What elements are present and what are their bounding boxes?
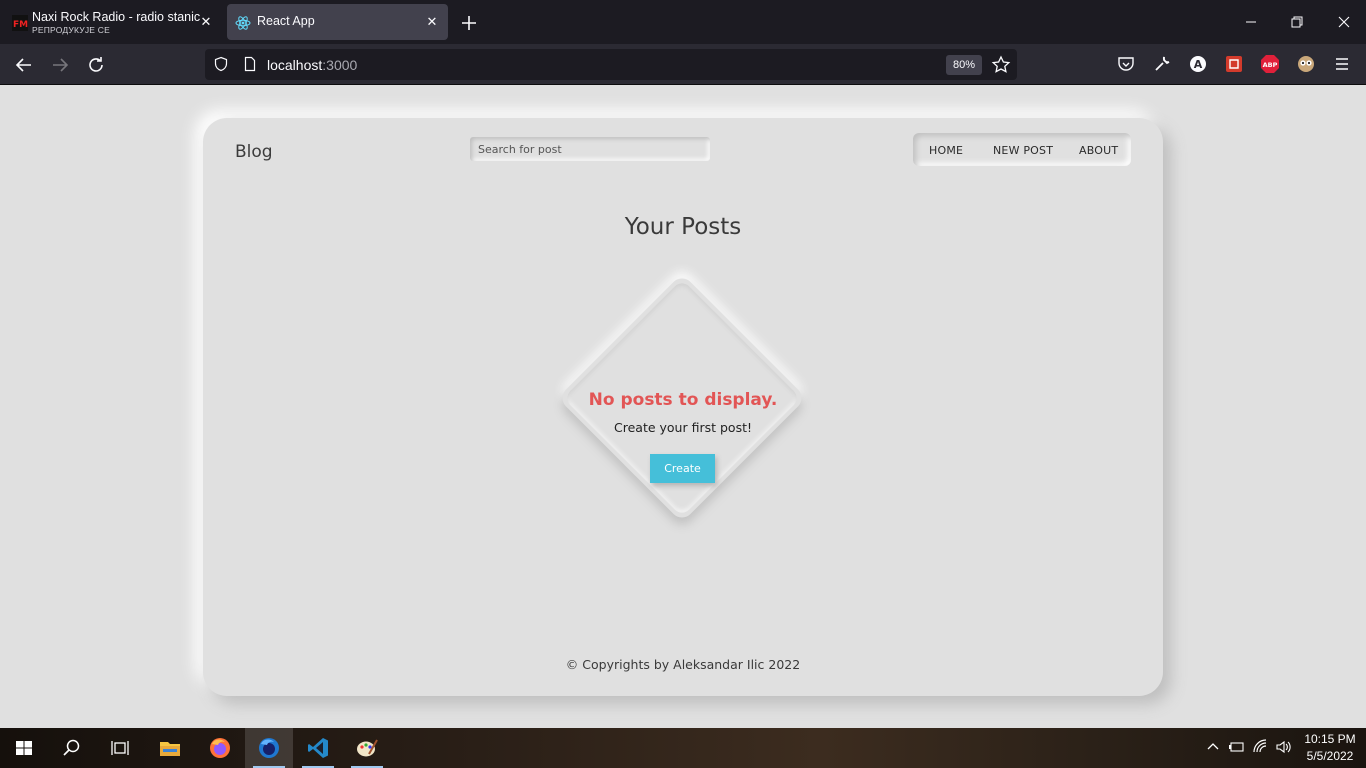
firefox-developer-button[interactable] [245,728,293,768]
search-input[interactable] [470,137,710,161]
firefox-developer-icon [259,738,279,758]
close-tab-icon[interactable]: ✕ [424,14,440,30]
volume-icon[interactable] [1275,738,1293,756]
battery-icon[interactable] [1228,738,1246,756]
address-bar[interactable]: localhost:3000 80% [205,49,1017,80]
url-port: :3000 [322,57,358,73]
tab-title: React App [257,14,315,28]
tab-title: Naxi Rock Radio - radio stanice [32,10,200,24]
shield-icon[interactable] [213,56,229,72]
restore-icon[interactable] [1285,10,1309,34]
vscode-icon [308,738,328,758]
close-window-icon[interactable] [1332,10,1356,34]
blog-card: Blog HOME NEW POST ABOUT Your Posts No p… [203,118,1163,696]
new-tab-icon[interactable] [458,12,480,34]
svg-text:ABP: ABP [1263,61,1278,69]
nav-about-link[interactable]: ABOUT [1079,144,1118,157]
firefox-button[interactable] [196,728,244,768]
windows-start-icon [16,741,32,755]
site-brand[interactable]: Blog [235,142,273,162]
browser-toolbar: localhost:3000 80% A ABP [0,44,1366,85]
vscode-button[interactable] [294,728,342,768]
tab-react-app[interactable]: React App ✕ [227,4,448,40]
close-tab-icon[interactable]: ✕ [198,14,214,30]
task-view-button[interactable] [96,728,144,768]
footer-copyright: © Copyrights by Aleksandar Ilic 2022 [565,657,801,672]
system-clock[interactable]: 10:15 PM 5/5/2022 [1300,731,1360,765]
create-post-button[interactable]: Create [650,454,715,483]
firefox-icon [210,738,230,758]
clock-date: 5/5/2022 [1306,749,1354,763]
reload-icon[interactable] [84,53,108,77]
svg-text:FM: FM [13,20,28,30]
clock-time: 10:15 PM [1304,732,1356,746]
minimize-icon[interactable] [1239,10,1263,34]
task-view-icon [111,741,129,755]
tab-subtitle: РЕПРОДУКУЈЕ СЕ [32,25,110,35]
owl-extension-icon[interactable] [1296,54,1316,74]
pocket-icon[interactable] [1116,54,1136,74]
hamburger-menu-icon[interactable] [1332,54,1352,74]
paint-icon [357,739,378,757]
tab-naxi-radio[interactable]: FM Naxi Rock Radio - radio stanice РЕПРО… [4,4,222,40]
start-button[interactable] [0,728,48,768]
nav-home-link[interactable]: HOME [929,144,963,157]
bookmark-star-icon[interactable] [991,55,1011,75]
empty-state-title: No posts to display. [588,390,778,410]
svg-text:A: A [1194,58,1203,71]
nav-new-post-link[interactable]: NEW POST [993,144,1053,157]
file-explorer-button[interactable] [146,728,194,768]
wifi-icon[interactable] [1252,738,1270,756]
main-nav: HOME NEW POST ABOUT [913,133,1131,166]
account-a-icon[interactable]: A [1188,54,1208,74]
paint-button[interactable] [343,728,391,768]
search-icon [63,739,80,756]
extension-puzzle-icon[interactable] [1224,54,1244,74]
adblock-plus-icon[interactable]: ABP [1260,54,1280,74]
react-icon [235,16,251,30]
fm-radio-icon: FM [12,15,28,31]
empty-state-subtitle: Create your first post! [614,420,752,435]
url-text[interactable]: localhost:3000 [267,57,357,73]
page-viewport: Blog HOME NEW POST ABOUT Your Posts No p… [0,85,1366,728]
url-host: localhost [267,57,323,73]
zoom-level[interactable]: 80% [946,55,982,75]
page-icon[interactable] [242,56,258,72]
file-explorer-icon [160,742,180,756]
windows-taskbar: 10:15 PM 5/5/2022 [0,728,1366,768]
forward-icon[interactable] [48,53,72,77]
chevron-up-icon[interactable] [1204,738,1222,756]
back-icon[interactable] [12,53,36,77]
wrench-icon[interactable] [1152,54,1172,74]
taskbar-search[interactable] [48,728,96,768]
page-title: Your Posts [624,214,742,240]
browser-titlebar: FM Naxi Rock Radio - radio stanice РЕПРО… [0,0,1366,44]
